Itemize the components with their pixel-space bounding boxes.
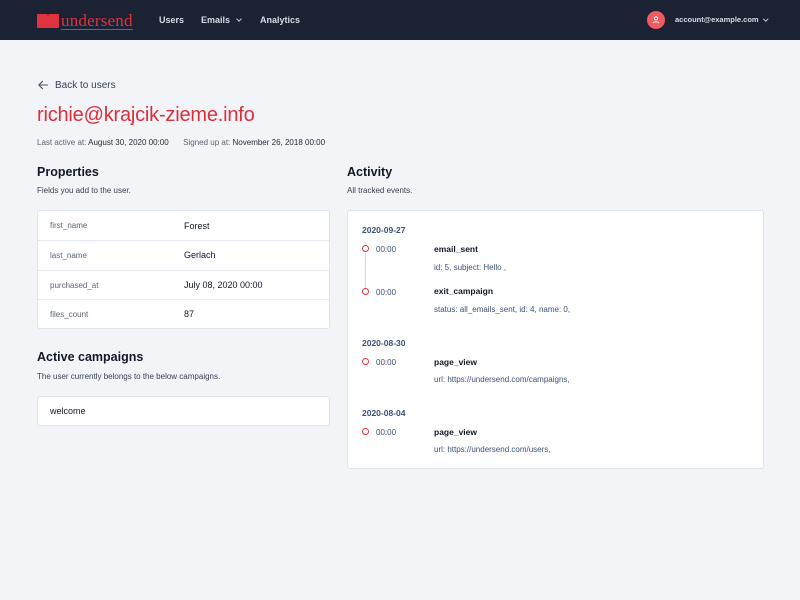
last-active-value: August 30, 2020 00:00: [88, 138, 169, 147]
activity-date: 2020-08-04: [362, 408, 406, 418]
campaigns-title: Active campaigns: [37, 350, 144, 364]
event-time: 00:00: [376, 358, 397, 367]
event-detail: url: https://undersend.com/users,: [434, 445, 551, 454]
property-key: last_name: [50, 250, 87, 260]
property-key: purchased_at: [50, 280, 99, 290]
event-detail: status: all_emails_sent, id: 4, name: 0,: [434, 305, 571, 314]
logo-text-under: under: [61, 10, 101, 30]
activity-title: Activity: [347, 165, 393, 179]
properties-card: first_name Forest last_name Gerlach purc…: [37, 210, 330, 329]
event-time: 00:00: [376, 428, 397, 437]
last-active-label: Last active at:: [37, 138, 87, 147]
event-detail: id: 5, subject: Hello ,: [434, 263, 507, 272]
timeline-dot: [362, 358, 369, 365]
properties-subtitle: Fields you add to the user.: [37, 186, 131, 195]
signed-up-label: Signed up at:: [183, 138, 231, 147]
back-label: Back to users: [55, 79, 116, 91]
timeline-dot: [362, 245, 369, 252]
property-row: first_name Forest: [38, 211, 329, 240]
properties-title: Properties: [37, 165, 99, 179]
property-value: Forest: [184, 220, 210, 231]
logo-text: undersend: [61, 12, 133, 30]
property-row: files_count 87: [38, 299, 329, 328]
user-meta: Last active at: August 30, 2020 00:00 Si…: [37, 138, 325, 148]
nav-users-label: Users: [159, 15, 185, 25]
back-to-users-link[interactable]: Back to users: [37, 79, 116, 91]
user-icon: [652, 16, 660, 24]
nav-emails-label: Emails: [201, 15, 231, 25]
activity-card: 2020-09-27 00:00 email_sent id: 5, subje…: [347, 210, 764, 469]
campaigns-subtitle: The user currently belongs to the below …: [37, 372, 221, 381]
undersend-logo[interactable]: undersend: [37, 12, 133, 30]
property-row: last_name Gerlach: [38, 240, 329, 269]
event-name: exit_campaign: [434, 286, 494, 296]
nav-analytics-link[interactable]: Analytics: [260, 14, 300, 26]
event-name: page_view: [434, 427, 477, 437]
timeline-line: [365, 253, 366, 289]
arrow-left-icon: [38, 80, 49, 90]
avatar[interactable]: [647, 11, 665, 29]
property-value: July 08, 2020 00:00: [184, 280, 263, 290]
chevron-down-icon: [236, 16, 242, 22]
event-detail: url: https://undersend.com/campaigns,: [434, 375, 570, 384]
activity-date: 2020-09-27: [362, 225, 406, 235]
event-time: 00:00: [376, 288, 397, 297]
nav-users-link[interactable]: Users: [159, 14, 184, 26]
property-row: purchased_at July 08, 2020 00:00: [38, 270, 329, 299]
nav-analytics-label: Analytics: [260, 15, 301, 25]
signed-up-value: November 26, 2018 00:00: [232, 138, 326, 147]
campaign-item[interactable]: welcome: [50, 406, 86, 416]
campaigns-card: welcome: [37, 396, 330, 426]
property-value: Gerlach: [184, 250, 216, 260]
activity-subtitle: All tracked events.: [347, 186, 413, 195]
timeline-dot: [362, 428, 369, 435]
page-title: richie@krajcik-zieme.info: [37, 104, 255, 126]
envelope-icon: [37, 13, 59, 28]
property-key: files_count: [50, 309, 89, 319]
top-navbar: undersend Users Emails Analytics account…: [0, 0, 800, 40]
logo-text-send: send: [100, 10, 133, 30]
event-time: 00:00: [376, 245, 397, 254]
property-value: 87: [184, 309, 195, 319]
property-key: first_name: [50, 221, 88, 230]
account-email: account@example.com: [675, 15, 759, 24]
timeline-dot: [362, 288, 369, 295]
event-name: email_sent: [434, 244, 478, 254]
account-menu[interactable]: account@example.com: [675, 14, 768, 26]
event-name: page_view: [434, 357, 477, 367]
activity-date: 2020-08-30: [362, 338, 406, 348]
nav-emails-dropdown[interactable]: Emails: [201, 14, 242, 26]
chevron-down-icon: [762, 16, 768, 22]
